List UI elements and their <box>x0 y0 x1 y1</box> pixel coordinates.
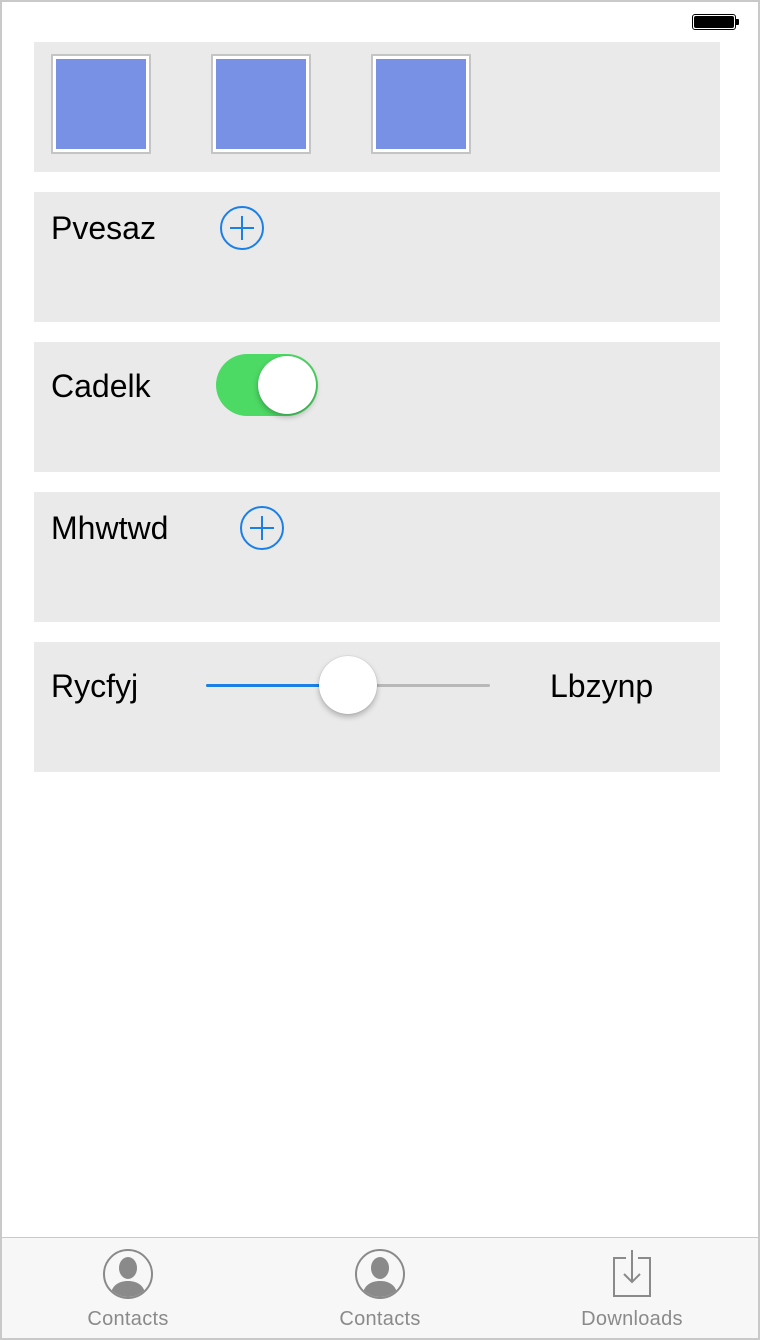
image-thumbnail[interactable] <box>211 54 311 154</box>
tab-downloads[interactable]: Downloads <box>506 1238 758 1338</box>
cadelk-label: Cadelk <box>51 368 151 404</box>
pvesaz-add-button[interactable] <box>220 206 264 250</box>
mhwtwd-label: Mhwtwd <box>51 510 169 546</box>
rycfyj-row: Rycfyj Lbzynp <box>34 642 720 772</box>
cadelk-toggle[interactable] <box>216 354 318 416</box>
tab-label: Contacts <box>339 1308 421 1330</box>
cadelk-row: Cadelk <box>34 342 720 472</box>
mhwtwd-add-button[interactable] <box>240 506 284 550</box>
screen: Pvesaz Cadelk Mhwtwd Rycfyj Lbzynp Conta… <box>0 0 760 1340</box>
battery-icon <box>692 14 739 30</box>
contact-icon <box>355 1249 405 1299</box>
download-icon <box>613 1250 651 1297</box>
contact-icon <box>103 1249 153 1299</box>
image-thumbnail[interactable] <box>371 54 471 154</box>
pvesaz-label: Pvesaz <box>51 210 156 246</box>
mhwtwd-row: Mhwtwd <box>34 492 720 622</box>
tab-contacts[interactable]: Contacts <box>2 1238 254 1338</box>
lbzynp-label: Lbzynp <box>550 668 654 704</box>
rycfyj-label: Rycfyj <box>51 668 139 704</box>
slider-thumb[interactable] <box>319 656 377 714</box>
pvesaz-row: Pvesaz <box>34 192 720 322</box>
rycfyj-slider[interactable] <box>206 656 490 714</box>
image-thumbnail[interactable] <box>51 54 151 154</box>
tab-bar: Contacts Contacts Downloads <box>2 1237 758 1338</box>
tab-contacts[interactable]: Contacts <box>254 1238 506 1338</box>
image-row <box>34 42 720 172</box>
tab-label: Downloads <box>581 1308 683 1330</box>
toggle-knob <box>258 356 316 414</box>
tab-label: Contacts <box>87 1308 169 1330</box>
